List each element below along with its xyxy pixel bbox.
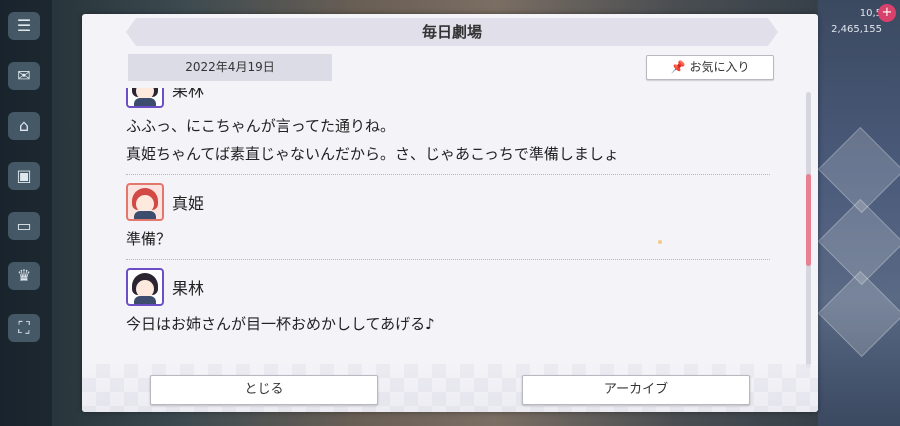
sparkle-decoration (658, 240, 662, 244)
close-button[interactable]: とじる (150, 375, 378, 405)
maki-avatar (126, 183, 164, 221)
dialog-title: 毎日劇場 (126, 18, 778, 46)
trophy-icon[interactable]: ♛ (8, 262, 40, 290)
stamina-count: 2,465,155 (831, 24, 882, 35)
plus-icon[interactable]: + (878, 4, 896, 22)
shop-icon[interactable]: ⌂ (8, 112, 40, 140)
favorite-label: お気に入り (689, 60, 750, 74)
favorite-button[interactable]: 📌 お気に入り (646, 55, 774, 80)
date-label: 2022年4月19日 (128, 54, 332, 81)
scrollbar[interactable] (806, 92, 811, 368)
screen-icon[interactable]: ▭ (8, 212, 40, 240)
message-line: ふふっ、にこちゃんが言ってた通りね。 (126, 117, 395, 135)
message-item: 果林 ふふっ、にこちゃんが言ってた通りね。 真姫ちゃんてば素直じゃないんだから。… (126, 88, 770, 175)
chat-icon[interactable]: ✉ (8, 62, 40, 90)
message-line: 今日はお姉さんが目一杯おめかししてあげる♪ (126, 315, 435, 333)
fullscreen-icon[interactable]: ⛶ (8, 314, 40, 342)
speaker-name: 真姫 (172, 194, 205, 213)
menu-icon[interactable]: ☰ (8, 12, 40, 40)
message-item: 果林 今日はお姉さんが目一杯おめかししてあげる♪ (126, 264, 770, 338)
message-line: 真姫ちゃんてば素直じゃないんだから。さ、じゃあこっちで準備しましょ (126, 145, 619, 163)
dialog-scroll-area[interactable]: 果林 ふふっ、にこちゃんが言ってた通りね。 真姫ちゃんてば素直じゃないんだから。… (126, 88, 770, 368)
message-line: 準備？ (126, 230, 172, 248)
gift-icon[interactable]: ▣ (8, 162, 40, 190)
karin-avatar (126, 88, 164, 108)
speaker-name: 果林 (172, 88, 205, 100)
divider (126, 259, 770, 260)
pin-icon: 📌 (670, 60, 686, 74)
scrollbar-thumb[interactable] (806, 174, 811, 266)
archive-button[interactable]: アーカイブ (522, 375, 750, 405)
daily-theater-dialog: 毎日劇場 2022年4月19日 📌 お気に入り 果林 ふふっ、にこちゃんが言ってた… (82, 14, 818, 412)
speaker-name: 果林 (172, 279, 205, 298)
divider (126, 174, 770, 175)
message-item: 真姫 準備？ (126, 179, 770, 260)
karin-avatar (126, 268, 164, 306)
left-menu: ☰ ✉ ⌂ ▣ ▭ ♛ ⛶ (0, 0, 52, 426)
